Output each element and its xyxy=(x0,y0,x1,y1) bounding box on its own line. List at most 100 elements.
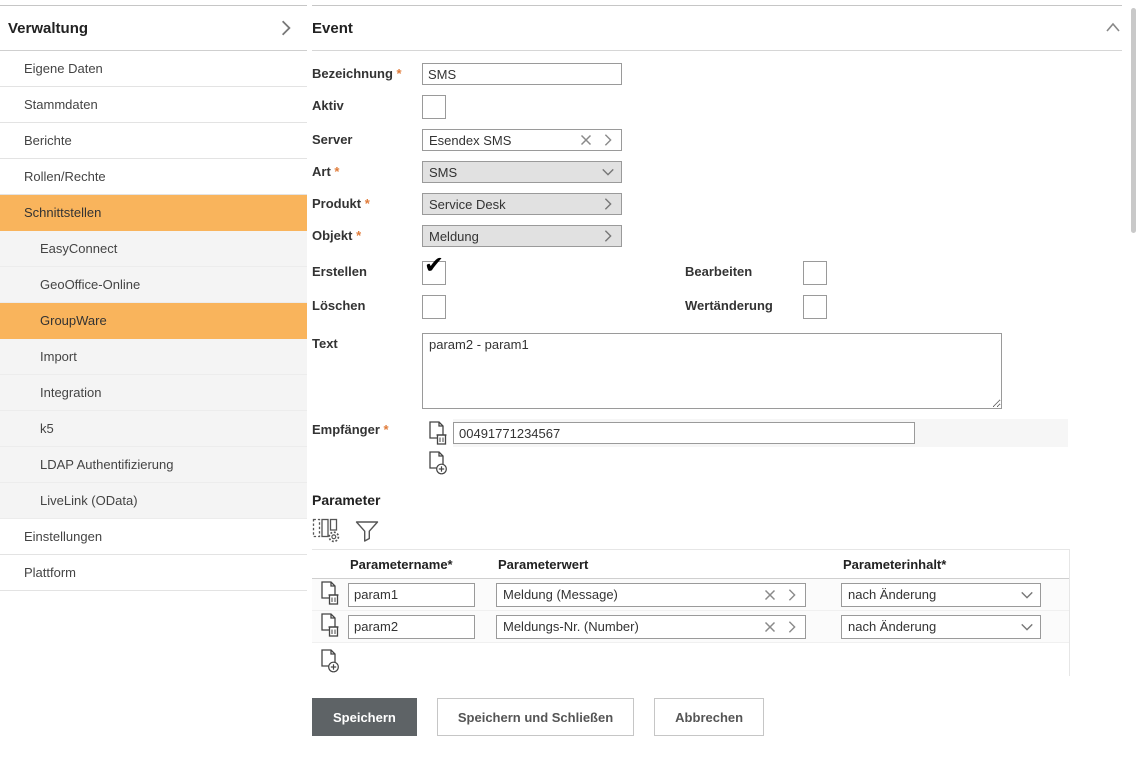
art-label: Art * xyxy=(312,161,422,179)
sidebar-item-stammdaten[interactable]: Stammdaten xyxy=(0,87,307,123)
chevron-down-icon[interactable] xyxy=(1018,618,1036,636)
sidebar-item-label: LiveLink (OData) xyxy=(40,493,138,508)
parameterwert-lookup-field[interactable]: Meldung (Message) xyxy=(496,583,806,607)
art-select[interactable]: SMS xyxy=(422,161,622,183)
row-delete-button[interactable] xyxy=(320,613,340,637)
erstellen-bearbeiten-row: Erstellen ✔ Bearbeiten xyxy=(312,261,1122,285)
server-label: Server xyxy=(312,129,422,147)
save-and-close-button[interactable]: Speichern und Schließen xyxy=(437,698,634,736)
column-settings-icon xyxy=(312,518,340,543)
sidebar-item-eigene-daten[interactable]: Eigene Daten xyxy=(0,51,307,87)
wertaenderung-checkbox[interactable] xyxy=(803,295,827,319)
chevron-down-icon[interactable] xyxy=(1018,586,1036,604)
bearbeiten-label: Bearbeiten xyxy=(685,261,803,279)
sidebar-item-easyconnect[interactable]: EasyConnect xyxy=(0,231,307,267)
bezeichnung-input[interactable] xyxy=(422,63,622,85)
row-delete-button[interactable] xyxy=(320,581,340,605)
parameter-add-button[interactable] xyxy=(320,649,340,673)
clear-icon[interactable] xyxy=(577,131,595,149)
parameter-row: Meldungs-Nr. (Number) nach Änderung xyxy=(312,611,1069,643)
empfaenger-remove-button[interactable] xyxy=(428,421,448,445)
parameter-table: Parametername* Parameterwert Parameterin… xyxy=(312,549,1070,676)
text-textarea[interactable]: param2 - param1 xyxy=(422,333,1002,409)
parameter-row: Meldung (Message) nach Änderung xyxy=(312,579,1069,611)
sidebar-item-groupware[interactable]: GroupWare xyxy=(0,303,307,339)
parameterwert-header: Parameterwert xyxy=(492,557,837,572)
filter-funnel-icon xyxy=(354,519,380,543)
produkt-lookup-field[interactable]: Service Desk xyxy=(422,193,622,215)
sidebar-item-label: LDAP Authentifizierung xyxy=(40,457,173,472)
art-row: Art * SMS xyxy=(312,161,1122,183)
sidebar-item-import[interactable]: Import xyxy=(0,339,307,375)
document-trash-icon xyxy=(320,613,340,637)
empfaenger-controls xyxy=(422,419,1068,447)
sidebar-item-label: Rollen/Rechte xyxy=(24,169,106,184)
sidebar-item-label: EasyConnect xyxy=(40,241,117,256)
sidebar-item-geooffice-online[interactable]: GeoOffice-Online xyxy=(0,267,307,303)
chevron-right-icon[interactable] xyxy=(599,131,617,149)
sidebar-item-label: Einstellungen xyxy=(24,529,102,544)
aktiv-checkbox[interactable] xyxy=(422,95,446,119)
empfaenger-input[interactable] xyxy=(453,422,915,444)
sidebar-header[interactable]: Verwaltung xyxy=(0,5,307,51)
filter-button[interactable] xyxy=(354,519,380,543)
sidebar-item-rollen-rechte[interactable]: Rollen/Rechte xyxy=(0,159,307,195)
document-trash-icon xyxy=(320,581,340,605)
sidebar-item-k5[interactable]: k5 xyxy=(0,411,307,447)
loeschen-label: Löschen xyxy=(312,295,422,313)
scrollbar-thumb[interactable] xyxy=(1131,8,1136,233)
objekt-label: Objekt * xyxy=(312,225,422,243)
objekt-row: Objekt * Meldung xyxy=(312,225,1122,247)
produkt-row: Produkt * Service Desk xyxy=(312,193,1122,215)
app-window: Verwaltung Eigene Daten Stammdaten Beric… xyxy=(0,5,1137,765)
sidebar-item-integration[interactable]: Integration xyxy=(0,375,307,411)
sidebar-item-ldap-authentifizierung[interactable]: LDAP Authentifizierung xyxy=(0,447,307,483)
save-button[interactable]: Speichern xyxy=(312,698,417,736)
page-title: Event xyxy=(312,20,353,37)
chevron-up-icon xyxy=(1104,20,1122,36)
parametername-input[interactable] xyxy=(348,615,475,639)
checkmark: ✔ xyxy=(424,254,444,278)
sidebar-item-label: Schnittstellen xyxy=(24,205,101,220)
erstellen-checkbox[interactable]: ✔ xyxy=(422,261,446,285)
sidebar-item-berichte[interactable]: Berichte xyxy=(0,123,307,159)
collapse-section-button[interactable] xyxy=(1104,20,1122,36)
server-value: Esendex SMS xyxy=(429,133,573,148)
empfaenger-add-button[interactable] xyxy=(428,451,448,475)
parameterinhalt-select[interactable]: nach Änderung xyxy=(841,583,1041,607)
chevron-right-icon[interactable] xyxy=(783,586,801,604)
clear-icon[interactable] xyxy=(761,586,779,604)
chevron-right-icon[interactable] xyxy=(599,227,617,245)
parameter-toolbar xyxy=(312,518,1122,543)
sidebar-item-label: Eigene Daten xyxy=(24,61,103,76)
sidebar: Verwaltung Eigene Daten Stammdaten Beric… xyxy=(0,5,307,765)
produkt-value: Service Desk xyxy=(429,197,595,212)
sidebar-item-einstellungen[interactable]: Einstellungen xyxy=(0,519,307,555)
objekt-lookup-field[interactable]: Meldung xyxy=(422,225,622,247)
parameterwert-lookup-field[interactable]: Meldungs-Nr. (Number) xyxy=(496,615,806,639)
server-lookup-field[interactable]: Esendex SMS xyxy=(422,129,622,151)
loeschen-checkbox[interactable] xyxy=(422,295,446,319)
chevron-right-icon[interactable] xyxy=(599,195,617,213)
parameter-add-row xyxy=(320,649,1069,676)
sidebar-item-livelink-odata[interactable]: LiveLink (OData) xyxy=(0,483,307,519)
document-add-icon xyxy=(320,649,340,673)
loeschen-wertaenderung-row: Löschen Wertänderung xyxy=(312,295,1122,319)
column-settings-button[interactable] xyxy=(312,518,340,543)
art-value: SMS xyxy=(429,165,595,180)
parameterinhalt-select[interactable]: nach Änderung xyxy=(841,615,1041,639)
sidebar-item-plattform[interactable]: Plattform xyxy=(0,555,307,591)
clear-icon[interactable] xyxy=(761,618,779,636)
sidebar-item-schnittstellen[interactable]: Schnittstellen xyxy=(0,195,307,231)
objekt-value: Meldung xyxy=(429,229,595,244)
bearbeiten-checkbox[interactable] xyxy=(803,261,827,285)
empfaenger-row-band xyxy=(453,419,1068,447)
cancel-button[interactable]: Abbrechen xyxy=(654,698,764,736)
chevron-down-icon[interactable] xyxy=(599,163,617,181)
parametername-input[interactable] xyxy=(348,583,475,607)
scrollbar-track[interactable] xyxy=(1129,5,1137,760)
wertaenderung-label: Wertänderung xyxy=(685,295,803,313)
chevron-right-icon[interactable] xyxy=(783,618,801,636)
empfaenger-row: Empfänger * xyxy=(312,419,1122,447)
produkt-label: Produkt * xyxy=(312,193,422,211)
